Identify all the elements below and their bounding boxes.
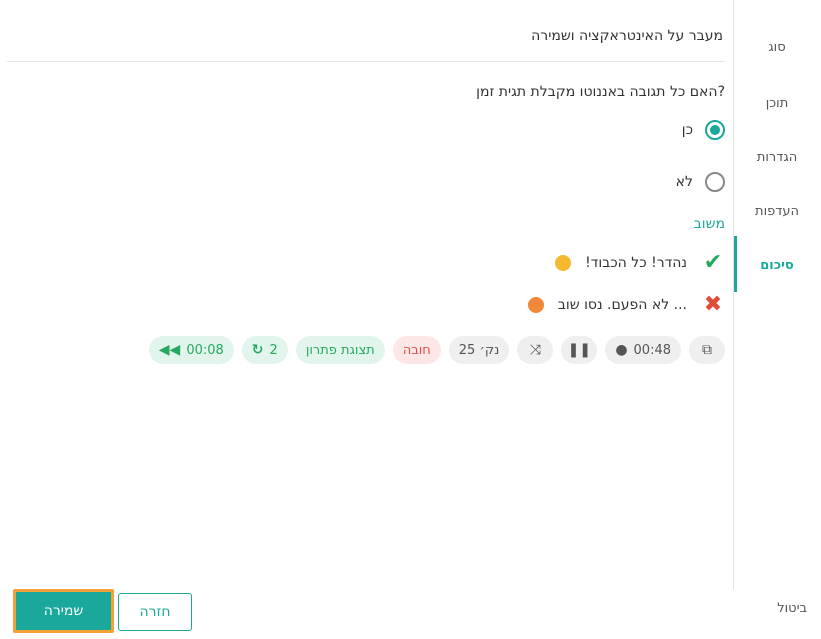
save-button[interactable]: שמירה <box>13 589 114 633</box>
retries-value: 2 <box>269 342 278 358</box>
option-no-label: לא <box>675 174 693 190</box>
points-value: 25 נק׳ <box>458 342 500 358</box>
location-pin-icon: ● <box>615 342 628 358</box>
feedback-incorrect-row: ✖ ... לא הפעם. נסו שוב <box>524 292 725 317</box>
timestamp-pill[interactable]: ● 00:48 <box>605 336 681 364</box>
feedback-incorrect-text: ... לא הפעם. נסו שוב <box>557 296 687 313</box>
duplicate-button[interactable]: ⧉ <box>689 336 725 364</box>
copy-icon: ⧉ <box>702 342 712 358</box>
shuffle-icon: ⤨ <box>529 342 541 358</box>
smile-emoji-icon <box>555 254 572 271</box>
retries-pill[interactable]: ↻ 2 <box>241 336 288 364</box>
feedback-correct-text: נהדר! כל הכבוד! <box>585 254 687 271</box>
rewind-pill[interactable]: ◀◀ 00:08 <box>148 336 234 364</box>
option-yes-label: כן <box>681 122 693 138</box>
rewind-icon: ◀◀ <box>158 342 181 358</box>
step-navigation: סוג תוכן הגדרות העדפות סיכום <box>733 0 821 590</box>
cancel-button[interactable]: ביטול <box>777 601 807 616</box>
nav-item-summary[interactable]: סיכום <box>733 258 821 273</box>
show-solution-label: תצוגת פתרון <box>305 342 375 358</box>
option-yes[interactable]: כן <box>682 120 725 140</box>
rewind-time-value: 00:08 <box>186 342 224 358</box>
retry-icon: ↻ <box>251 342 264 358</box>
show-solution-pill[interactable]: תצוגת פתרון <box>295 336 385 364</box>
main-panel: מעבר על האינטראקציה ושמירה האם כל תגובה … <box>0 0 733 589</box>
active-nav-indicator <box>734 236 737 292</box>
required-label: חובה <box>402 342 431 358</box>
page-title: מעבר על האינטראקציה ושמירה <box>7 28 725 62</box>
question-text: האם כל תגובה באננוטו מקבלת תגית זמן? <box>476 84 725 100</box>
nav-item-type[interactable]: סוג <box>733 40 821 55</box>
feedback-correct-row: ✔ נהדר! כל הכבוד! <box>551 250 725 275</box>
points-pill[interactable]: 25 נק׳ <box>448 336 510 364</box>
feedback-title: משוב <box>693 216 725 232</box>
radio-checked-icon[interactable] <box>705 120 725 140</box>
required-pill[interactable]: חובה <box>392 336 441 364</box>
interaction-toolbar: ⧉ ● 00:48 ❚❚ ⤨ 25 נק׳ חובה תצוגת פתרון ↻… <box>148 336 725 364</box>
pause-button[interactable]: ❚❚ <box>561 336 598 364</box>
radio-unchecked-icon[interactable] <box>705 172 725 192</box>
checkmark-icon: ✔ <box>703 250 723 275</box>
footer-bar: שמירה חזרה ביטול <box>0 589 821 639</box>
pause-icon: ❚❚ <box>567 342 592 358</box>
option-no[interactable]: לא <box>676 172 725 192</box>
back-button[interactable]: חזרה <box>118 593 192 631</box>
sad-emoji-icon <box>527 296 544 313</box>
nav-item-settings[interactable]: הגדרות <box>733 150 821 165</box>
shuffle-button[interactable]: ⤨ <box>517 336 554 364</box>
nav-item-content[interactable]: תוכן <box>733 96 821 111</box>
nav-item-preferences[interactable]: העדפות <box>733 204 821 219</box>
timestamp-value: 00:48 <box>633 342 671 358</box>
x-mark-icon: ✖ <box>703 292 723 317</box>
